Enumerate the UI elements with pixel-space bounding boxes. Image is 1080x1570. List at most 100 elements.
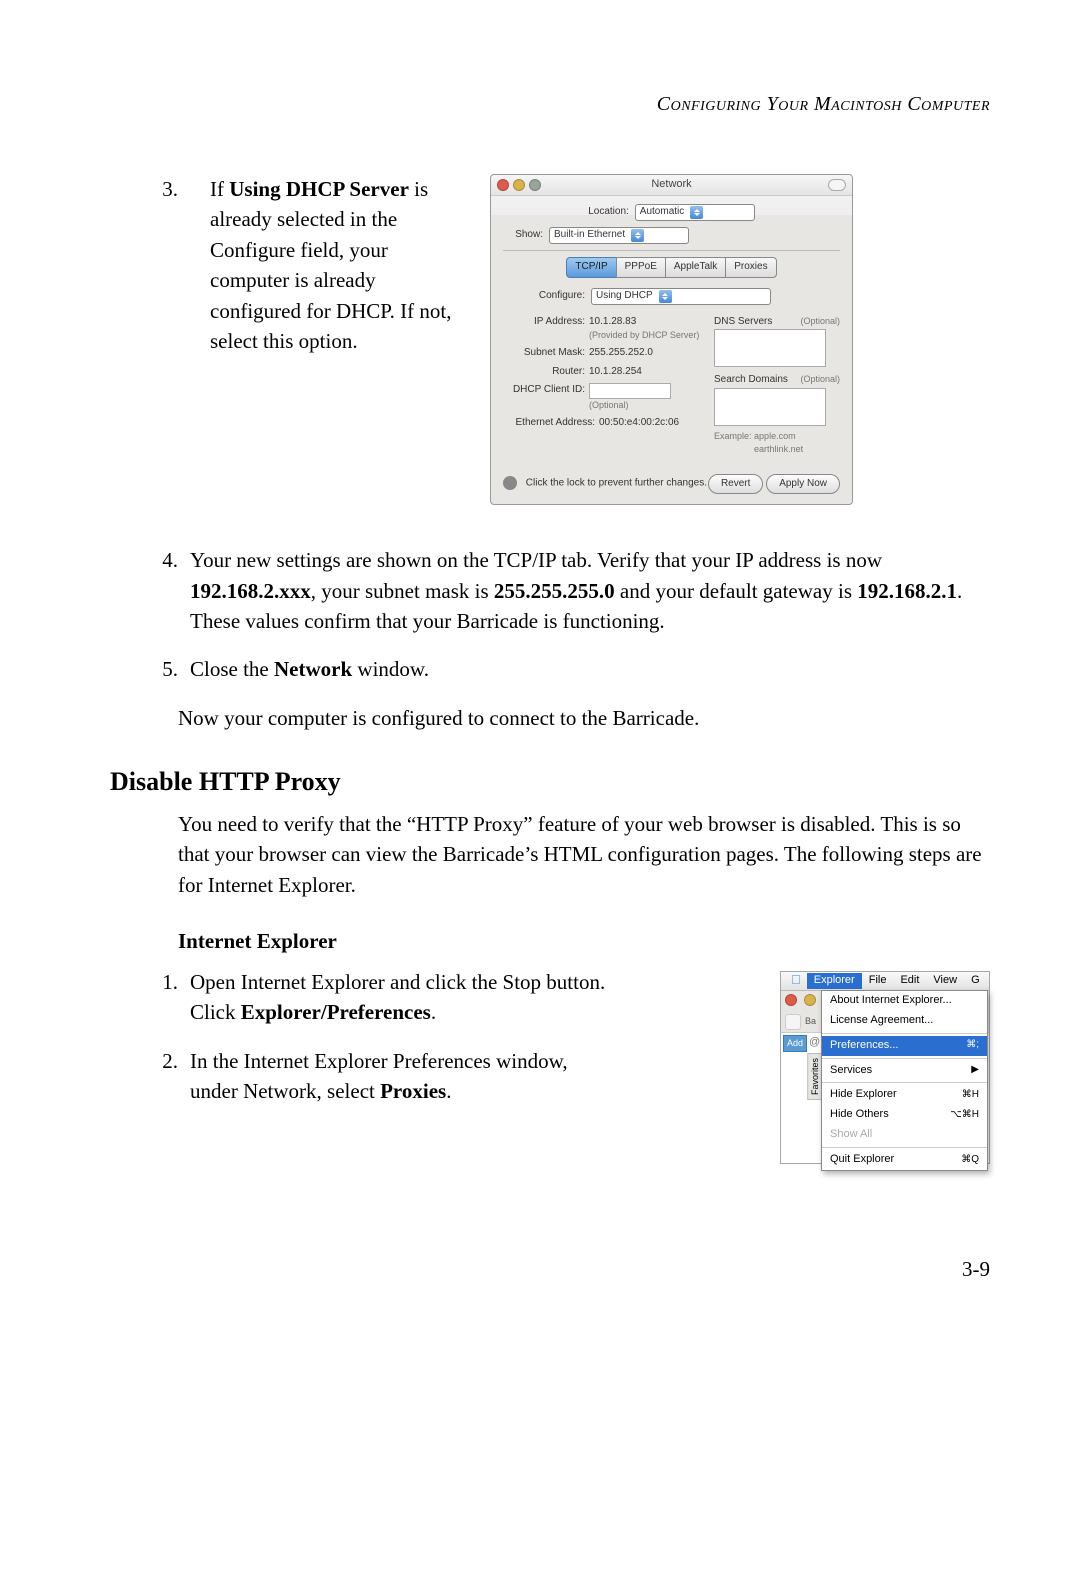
menu-services-label: Services xyxy=(830,1063,872,1079)
tabbar: TCP/IP PPPoE AppleTalk Proxies xyxy=(503,257,840,278)
dhcp-client-note: (Optional) xyxy=(589,399,671,412)
step3-text: If Using DHCP Server is already selected… xyxy=(210,174,470,357)
address-fragment[interactable]: Add xyxy=(783,1035,807,1052)
explorer-dropdown: About Internet Explorer... License Agree… xyxy=(821,990,988,1172)
menu-hide-explorer[interactable]: Hide Explorer ⌘H xyxy=(822,1085,987,1105)
ie-step2-text: In the Internet Explorer Preferences win… xyxy=(190,1046,620,1107)
traffic-close-icon[interactable] xyxy=(785,994,797,1006)
menu-preferences[interactable]: Preferences... ⌘; xyxy=(822,1036,987,1056)
tab-pppoe[interactable]: PPPoE xyxy=(616,257,666,278)
chevron-updown-icon xyxy=(690,206,703,219)
chevron-updown-icon xyxy=(631,229,644,242)
menu-hide-others-sc: ⌥⌘H xyxy=(950,1108,979,1123)
menu-g[interactable]: G xyxy=(964,973,987,989)
step4-t3: and your default gateway is xyxy=(615,579,858,603)
menu-preferences-sc: ⌘; xyxy=(966,1038,979,1053)
example-label: Example: xyxy=(714,431,752,441)
location-select[interactable]: Automatic xyxy=(635,204,755,221)
menu-edit[interactable]: Edit xyxy=(893,973,926,989)
menu-services[interactable]: Services▶ xyxy=(822,1061,987,1081)
chevron-updown-icon xyxy=(659,290,672,303)
menu-hide-explorer-label: Hide Explorer xyxy=(830,1087,897,1103)
router-label: Router: xyxy=(503,365,589,380)
apple-menu-icon[interactable]:  xyxy=(785,971,807,990)
tab-appletalk[interactable]: AppleTalk xyxy=(665,257,726,278)
show-select[interactable]: Built-in Ethernet xyxy=(549,227,689,244)
ie2-t2: . xyxy=(446,1079,451,1103)
ie-step1-text: Open Internet Explorer and click the Sto… xyxy=(190,967,620,1028)
step4-t2: , your subnet mask is xyxy=(311,579,494,603)
menu-separator xyxy=(822,1147,987,1148)
step3-bold: Using DHCP Server xyxy=(229,177,409,201)
search-textarea[interactable] xyxy=(714,388,826,426)
router-value: 10.1.28.254 xyxy=(589,365,642,380)
ie2-b1: Proxies xyxy=(380,1079,446,1103)
ip-value: 10.1.28.83 xyxy=(589,315,699,330)
traffic-minimize-icon[interactable] xyxy=(513,179,525,191)
window-title: Network xyxy=(491,177,852,193)
menu-separator xyxy=(822,1058,987,1059)
revert-button[interactable]: Revert xyxy=(708,474,763,495)
menu-preferences-label: Preferences... xyxy=(830,1038,898,1054)
window-titlebar: Network xyxy=(491,175,852,196)
menu-hide-others[interactable]: Hide Others⌥⌘H xyxy=(822,1105,987,1125)
toolbar-toggle-icon[interactable] xyxy=(828,179,846,191)
step4-b3: 192.168.2.1 xyxy=(857,579,957,603)
step4-number: 4. xyxy=(110,545,190,636)
traffic-minimize-icon[interactable] xyxy=(804,994,816,1006)
dhcp-client-label: DHCP Client ID: xyxy=(503,383,589,398)
lock-icon[interactable] xyxy=(503,476,517,490)
menu-quit-explorer[interactable]: Quit Explorer ⌘Q xyxy=(822,1150,987,1170)
figure-network-window: Network Location: Automatic Show: Built-… xyxy=(490,174,853,505)
figure-explorer-menu:  Explorer File Edit View G Ba Add @ Fav… xyxy=(780,971,990,1164)
step3-prefix: If xyxy=(210,177,229,201)
step5-t1: Close the xyxy=(190,657,274,681)
subnet-value: 255.255.252.0 xyxy=(589,346,653,361)
menu-quit-explorer-label: Quit Explorer xyxy=(830,1152,894,1168)
step3-number: 3. xyxy=(110,174,190,204)
search-note: (Optional) xyxy=(800,373,840,388)
ethernet-value: 00:50:e4:00:2c:06 xyxy=(599,416,679,431)
configure-label: Configure: xyxy=(503,289,591,304)
menubar:  Explorer File Edit View G xyxy=(781,972,989,991)
tab-proxies[interactable]: Proxies xyxy=(725,257,776,278)
menu-show-all-label: Show All xyxy=(830,1127,872,1143)
apply-now-button[interactable]: Apply Now xyxy=(766,474,840,495)
traffic-zoom-icon[interactable] xyxy=(529,179,541,191)
dns-label: DNS Servers xyxy=(714,315,772,330)
step5-text: Close the Network window. xyxy=(190,654,990,684)
configure-select[interactable]: Using DHCP xyxy=(591,288,771,305)
menu-license[interactable]: License Agreement... xyxy=(822,1011,987,1031)
lock-text: Click the lock to prevent further change… xyxy=(526,478,707,489)
dns-note: (Optional) xyxy=(800,315,840,330)
para-now-configured: Now your computer is configured to conne… xyxy=(178,703,990,733)
step5-number: 5. xyxy=(110,654,190,684)
page-number: 3-9 xyxy=(110,1254,990,1284)
menu-explorer[interactable]: Explorer xyxy=(807,973,862,989)
menu-file[interactable]: File xyxy=(862,973,894,989)
step3-suffix: is already selected in the Configure fie… xyxy=(210,177,451,353)
dhcp-client-input[interactable] xyxy=(589,383,671,399)
tab-tcpip[interactable]: TCP/IP xyxy=(566,257,616,278)
step5-t2: window. xyxy=(352,657,429,681)
show-label: Show: xyxy=(503,228,549,243)
back-icon[interactable] xyxy=(785,1014,801,1030)
menu-hide-explorer-sc: ⌘H xyxy=(962,1088,979,1103)
menu-show-all: Show All xyxy=(822,1125,987,1145)
menu-quit-explorer-sc: ⌘Q xyxy=(961,1153,979,1168)
subnet-label: Subnet Mask: xyxy=(503,346,589,361)
menu-about-ie[interactable]: About Internet Explorer... xyxy=(822,991,987,1011)
step4-text: Your new settings are shown on the TCP/I… xyxy=(190,545,990,636)
step4-b1: 192.168.2.xxx xyxy=(190,579,311,603)
dns-textarea[interactable] xyxy=(714,329,826,367)
toolbar-back-label: Ba xyxy=(805,1015,816,1028)
traffic-close-icon[interactable] xyxy=(497,179,509,191)
subheading-internet-explorer: Internet Explorer xyxy=(178,926,990,956)
ie2-t1: In the Internet Explorer Preferences win… xyxy=(190,1049,568,1103)
menu-license-label: License Agreement... xyxy=(830,1013,933,1029)
menu-about-ie-label: About Internet Explorer... xyxy=(830,993,952,1009)
page-header: Configuring Your Macintosh Computer xyxy=(110,90,990,119)
ip-label: IP Address: xyxy=(503,315,589,330)
menu-view[interactable]: View xyxy=(926,973,964,989)
show-value: Built-in Ethernet xyxy=(554,228,625,243)
